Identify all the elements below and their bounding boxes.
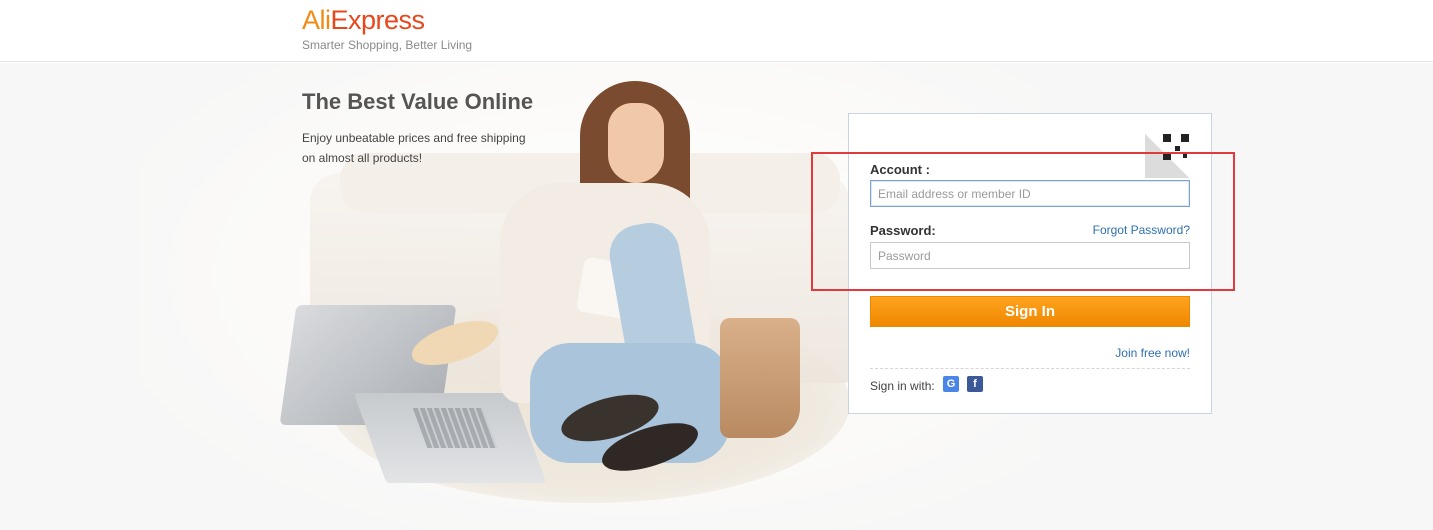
qr-code-icon <box>1163 134 1189 160</box>
hero-description-line: Enjoy unbeatable prices and free shippin… <box>302 131 526 145</box>
divider <box>870 368 1190 369</box>
google-icon[interactable]: G <box>943 376 959 392</box>
account-input[interactable] <box>870 180 1190 207</box>
password-label: Password: <box>870 223 936 238</box>
login-page: AliExpress Smarter Shopping, Better Livi… <box>0 0 1433 530</box>
aliexpress-logo[interactable]: AliExpress <box>302 4 425 36</box>
facebook-icon[interactable]: f <box>967 376 983 392</box>
hero-description-line: on almost all products! <box>302 151 423 165</box>
site-header: AliExpress Smarter Shopping, Better Livi… <box>0 0 1433 62</box>
site-tagline: Smarter Shopping, Better Living <box>302 38 473 52</box>
hero-description: Enjoy unbeatable prices and free shippin… <box>302 128 542 168</box>
forgot-password-link[interactable]: Forgot Password? <box>1093 223 1190 237</box>
join-free-link[interactable]: Join free now! <box>1115 346 1190 360</box>
boot-shape <box>720 318 800 438</box>
hero-title: The Best Value Online <box>302 89 534 114</box>
laptop-keyboard-shape <box>412 408 498 448</box>
sign-in-button[interactable]: Sign In <box>870 296 1190 327</box>
logo-ali-text: Ali <box>302 5 331 35</box>
account-label: Account : <box>870 162 930 177</box>
logo-express-text: Express <box>330 5 426 35</box>
sign-in-with-label: Sign in with: <box>870 379 935 393</box>
qr-code-login-icon[interactable] <box>1145 134 1189 178</box>
password-input[interactable] <box>870 242 1190 269</box>
woman-face-shape <box>608 103 664 183</box>
login-panel: Account : Password: Forgot Password? Sig… <box>848 113 1212 414</box>
